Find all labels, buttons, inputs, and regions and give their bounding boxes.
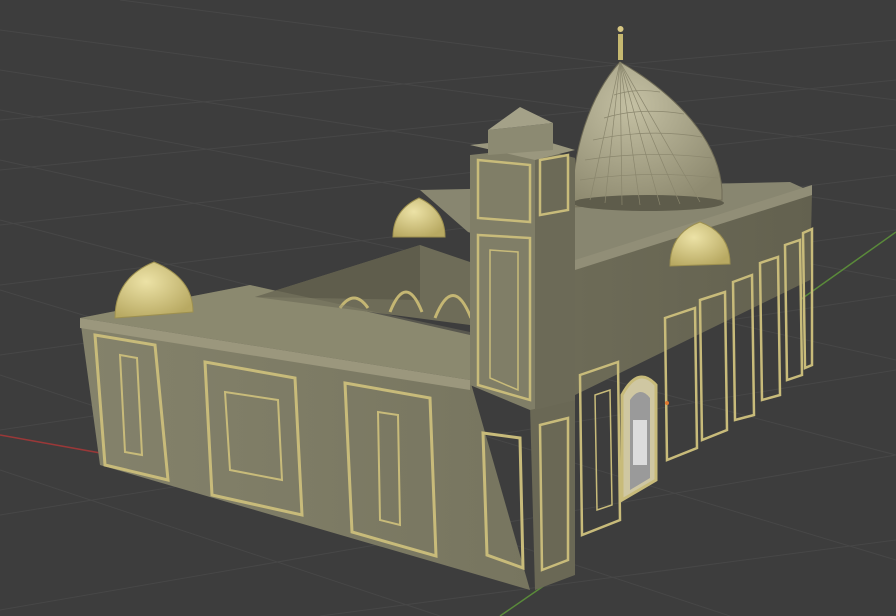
3d-viewport[interactable]: [0, 0, 896, 616]
viewport-canvas[interactable]: [0, 0, 896, 616]
corner-pillar: [530, 395, 575, 590]
small-dome-left: [114, 261, 194, 319]
origin-point: [665, 401, 669, 405]
entrance-arch[interactable]: [620, 375, 658, 503]
dome-finial: [618, 34, 623, 60]
y-axis-line: [799, 231, 896, 301]
minaret: [470, 107, 575, 410]
mosque-model[interactable]: [80, 26, 814, 590]
main-dome: [571, 26, 724, 211]
